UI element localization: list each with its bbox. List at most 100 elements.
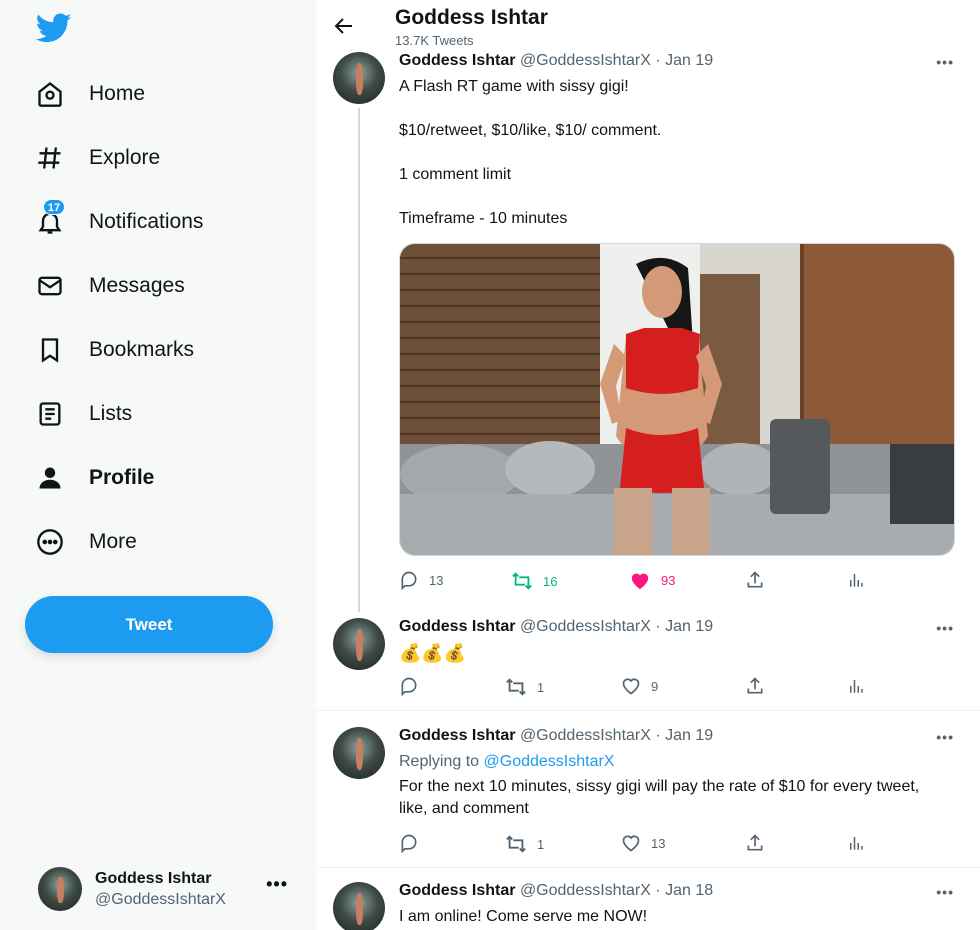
share-button[interactable]	[745, 676, 775, 696]
nav-lists[interactable]: Lists	[24, 388, 132, 440]
nav-explore-label: Explore	[89, 146, 161, 169]
reply-icon	[401, 834, 417, 853]
like-count: 9	[651, 678, 659, 694]
thread-line	[358, 108, 360, 612]
tweet-meta: @GoddessIshtarX · Jan 18	[519, 882, 714, 899]
account-name: Goddess Ishtar	[95, 869, 212, 887]
heart-filled-icon	[631, 573, 649, 590]
tweet-text: A Flash RT game with sissy gigi! $10/ret…	[399, 76, 959, 230]
tweet-avatar[interactable]	[333, 52, 385, 104]
notification-badge: 17	[43, 199, 65, 215]
tweet-more-icon[interactable]: •••	[936, 729, 954, 745]
share-icon	[747, 571, 763, 588]
like-button[interactable]: 13	[621, 833, 665, 853]
like-button[interactable]: 93	[629, 570, 675, 590]
account-handle: @GoddessIshtarX	[95, 890, 226, 908]
share-icon	[747, 834, 763, 851]
tweet-photo[interactable]	[399, 243, 955, 556]
nav-bookmarks[interactable]: Bookmarks	[24, 324, 194, 376]
tweet-paragraph: Timeframe - 10 minutes	[399, 210, 568, 227]
heart-icon	[622, 678, 640, 695]
tweet-meta: @GoddessIshtarX · Jan 19	[519, 52, 714, 69]
nav-lists-label: Lists	[89, 402, 133, 425]
tweet-author-name[interactable]: Goddess Ishtar	[399, 882, 515, 899]
analytics-button[interactable]	[847, 833, 875, 853]
replying-to-link[interactable]: @GoddessIshtarX	[484, 753, 615, 770]
tweet-meta: @GoddessIshtarX · Jan 19	[519, 727, 714, 744]
retweet-count: 1	[537, 679, 545, 695]
nav-more-label: More	[89, 530, 137, 553]
sidebar: Home Explore 17 Notifications Messages B…	[0, 0, 316, 930]
tweet-actions: 13 16 93	[399, 570, 869, 592]
like-count: 93	[661, 572, 676, 588]
tweet-divider	[316, 867, 980, 868]
retweet-icon	[506, 678, 526, 696]
like-button[interactable]: 9	[621, 676, 658, 696]
tweet-avatar[interactable]	[333, 727, 385, 779]
tweet-more-icon[interactable]: •••	[936, 620, 954, 636]
tweet-author-name[interactable]: Goddess Ishtar	[399, 618, 515, 635]
tweet-header: Goddess Ishtar @GoddessIshtarX · Jan 19	[399, 52, 713, 70]
tweet-divider	[316, 710, 980, 711]
nav-messages-label: Messages	[89, 274, 185, 297]
account-avatar	[38, 867, 82, 911]
tweet-header: Goddess Ishtar @GoddessIshtarX · Jan 19	[399, 727, 713, 745]
envelope-icon	[24, 260, 76, 312]
tweet-paragraph: A Flash RT game with sissy gigi!	[399, 78, 629, 95]
share-button[interactable]	[745, 833, 775, 853]
reply-button[interactable]	[399, 833, 429, 853]
nav-more[interactable]: More	[24, 516, 137, 568]
reply-icon	[401, 677, 417, 696]
nav-notifications[interactable]: 17 Notifications	[24, 196, 203, 248]
bell-icon: 17	[24, 196, 76, 248]
account-switcher[interactable]: Goddess Ishtar @GoddessIshtarX •••	[38, 864, 298, 914]
tweet-header: Goddess Ishtar @GoddessIshtarX · Jan 19	[399, 618, 713, 636]
retweet-button[interactable]: 1	[505, 833, 544, 855]
analytics-button[interactable]	[847, 676, 875, 696]
reply-button[interactable]: 13	[399, 570, 443, 590]
retweet-button[interactable]: 1	[505, 676, 544, 698]
tweet-more-icon[interactable]: •••	[936, 54, 954, 70]
replying-to-prefix: Replying to	[399, 753, 484, 770]
hashtag-icon	[24, 132, 76, 184]
reply-button[interactable]	[399, 676, 429, 696]
analytics-button[interactable]	[847, 570, 875, 590]
bookmark-icon	[24, 324, 76, 376]
person-icon	[24, 452, 76, 504]
tweet-author-name[interactable]: Goddess Ishtar	[399, 52, 515, 69]
tweet-more-icon[interactable]: •••	[936, 884, 954, 900]
retweet-button[interactable]: 16	[511, 570, 557, 592]
twitter-bird-icon[interactable]	[36, 10, 72, 46]
analytics-icon	[850, 680, 863, 693]
nav-profile-label: Profile	[89, 466, 155, 489]
tweet-actions: 1 9	[399, 676, 869, 698]
tweet-actions: 1 13	[399, 833, 869, 855]
reply-icon	[401, 571, 417, 590]
tweet-emoji: 💰💰💰	[399, 643, 467, 663]
heart-icon	[622, 835, 640, 852]
tweet-count: 13.7K Tweets	[395, 33, 474, 48]
retweet-count: 16	[543, 573, 558, 589]
reply-count: 13	[429, 572, 444, 588]
tweet-header: Goddess Ishtar @GoddessIshtarX · Jan 18	[399, 882, 713, 900]
tweet-text: For the next 10 minutes, sissy gigi will…	[399, 778, 920, 817]
tweet-button[interactable]: Tweet	[25, 596, 273, 653]
nav-home[interactable]: Home	[24, 68, 145, 120]
nav-profile[interactable]: Profile	[24, 452, 154, 504]
list-icon	[24, 388, 76, 440]
tweet-avatar[interactable]	[333, 618, 385, 670]
account-more-icon[interactable]: •••	[266, 874, 288, 895]
tweet-text: I am online! Come serve me NOW!	[399, 908, 648, 925]
back-arrow-icon[interactable]	[332, 14, 356, 38]
share-button[interactable]	[745, 570, 775, 590]
tweet-author-name[interactable]: Goddess Ishtar	[399, 727, 515, 744]
page-title: Goddess Ishtar	[395, 6, 548, 29]
replying-to: Replying to @GoddessIshtarX	[399, 751, 959, 773]
tweet-avatar[interactable]	[333, 882, 385, 930]
main-timeline: Goddess Ishtar 13.7K Tweets Goddess Isht…	[316, 0, 980, 930]
analytics-icon	[850, 837, 863, 850]
nav-explore[interactable]: Explore	[24, 132, 160, 184]
nav-notifications-label: Notifications	[89, 210, 204, 233]
tweet-meta: @GoddessIshtarX · Jan 19	[519, 618, 714, 635]
nav-messages[interactable]: Messages	[24, 260, 185, 312]
